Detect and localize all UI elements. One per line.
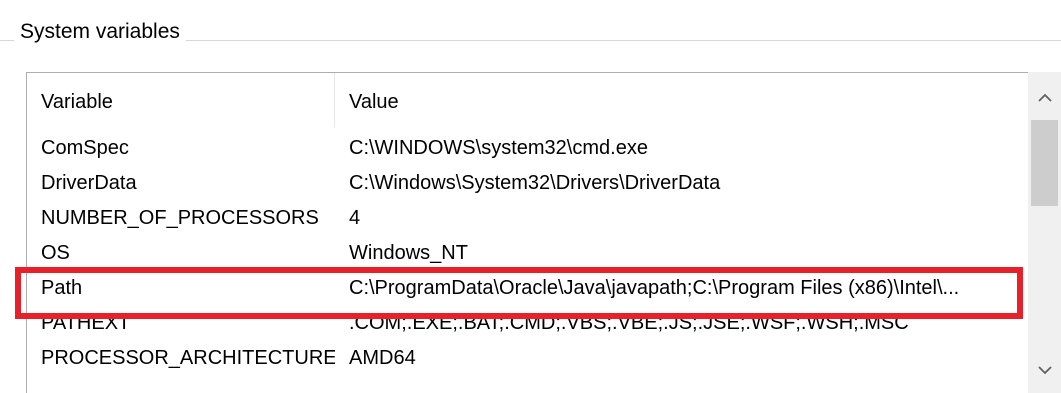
scroll-thumb[interactable] [1031, 120, 1058, 206]
groupbox-title: System variables [14, 18, 186, 46]
row-variable-name: PROCESSOR_ARCHITECTURE [41, 347, 335, 369]
list-row-comspec[interactable]: ComSpec C:\WINDOWS\system32\cmd.exe [27, 131, 1027, 166]
row-variable-value: C:\WINDOWS\system32\cmd.exe [349, 137, 648, 159]
list-row-os[interactable]: OS Windows_NT [27, 236, 1027, 271]
row-variable-name: PATHEXT [41, 312, 131, 334]
row-variable-value: .COM;.EXE;.BAT;.CMD;.VBS;.VBE;.JS;.JSE;.… [349, 312, 909, 334]
list-row-processor-architecture[interactable]: PROCESSOR_ARCHITECTURE AMD64 [27, 341, 1027, 376]
row-variable-name: ComSpec [41, 137, 129, 159]
scroll-down-button[interactable] [1028, 353, 1061, 387]
list-row-driverdata[interactable]: DriverData C:\Windows\System32\Drivers\D… [27, 166, 1027, 201]
system-variables-list[interactable]: Variable Value ComSpec C:\WINDOWS\system… [26, 72, 1061, 393]
column-header-value[interactable]: Value [335, 73, 1027, 127]
row-variable-value: C:\Windows\System32\Drivers\DriverData [349, 172, 721, 194]
scroll-up-button[interactable] [1028, 80, 1061, 114]
row-variable-value: Windows_NT [349, 242, 468, 264]
row-variable-name: DriverData [41, 172, 137, 194]
row-variable-name: Path [41, 277, 83, 299]
row-variable-value: AMD64 [349, 347, 416, 369]
row-variable-name: OS [41, 242, 70, 264]
chevron-up-icon [1037, 93, 1052, 102]
list-header: Variable Value [27, 73, 1027, 127]
list-rows: ComSpec C:\WINDOWS\system32\cmd.exe Driv… [27, 131, 1027, 376]
row-variable-value: C:\ProgramData\Oracle\Java\javapath;C:\P… [349, 277, 960, 299]
list-row-path[interactable]: Path C:\ProgramData\Oracle\Java\javapath… [27, 271, 1027, 306]
chevron-down-icon [1037, 365, 1052, 374]
list-row-number-of-processors[interactable]: NUMBER_OF_PROCESSORS 4 [27, 201, 1027, 236]
row-variable-value: 4 [349, 207, 361, 229]
list-row-pathext[interactable]: PATHEXT .COM;.EXE;.BAT;.CMD;.VBS;.VBE;.J… [27, 306, 1027, 341]
row-variable-name: NUMBER_OF_PROCESSORS [41, 207, 319, 229]
column-header-variable[interactable]: Variable [27, 73, 335, 127]
system-variables-panel: System variables Variable Value ComSpec … [0, 0, 1061, 393]
vertical-scrollbar[interactable] [1028, 72, 1061, 393]
